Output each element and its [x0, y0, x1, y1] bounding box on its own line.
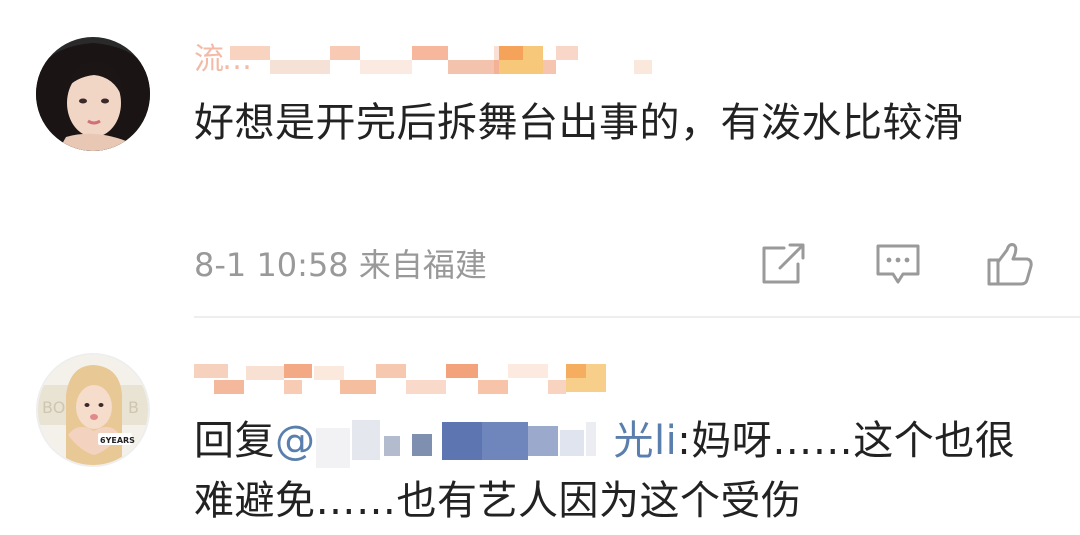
- avatar[interactable]: [36, 37, 150, 151]
- svg-text:BO: BO: [42, 398, 65, 417]
- like-button[interactable]: [985, 240, 1035, 288]
- share-icon: [762, 243, 805, 284]
- avatar[interactable]: BO B 6YEARS: [36, 353, 150, 467]
- mention-at: @: [275, 418, 316, 464]
- like-icon: [987, 243, 1033, 286]
- comment-meta: 8-1 10:58 来自福建: [194, 243, 487, 287]
- username[interactable]: 流…: [194, 40, 652, 80]
- mention-blurred: [315, 420, 614, 468]
- svg-text:B: B: [128, 398, 139, 417]
- username[interactable]: [194, 358, 614, 398]
- comment-item: BO B 6YEARS 回复@ 光li:妈呀……这个也很难避免……也有艺人因为这个…: [0, 318, 1080, 535]
- comment-button[interactable]: [873, 240, 923, 288]
- share-button[interactable]: [758, 240, 808, 288]
- mention-tail: 光li: [613, 418, 678, 464]
- comment-icon: [876, 244, 920, 284]
- comment-time: 8-1 10:58: [194, 246, 349, 284]
- comment-item: 流… 好想是开完后拆舞台出事的，有泼水比较滑 8-1 10:58 来自福建: [0, 0, 1080, 318]
- comment-text: 好想是开完后拆舞台出事的，有泼水比较滑: [194, 100, 964, 146]
- mention-link[interactable]: @ 光li: [275, 418, 678, 468]
- reply-label: 回复: [194, 418, 275, 464]
- comment-text: 回复@ 光li:妈呀……这个也很难避免……也有艺人因为这个受伤: [194, 411, 1034, 531]
- comment-location: 来自福建: [358, 246, 487, 284]
- avatar-badge: 6YEARS: [100, 436, 135, 445]
